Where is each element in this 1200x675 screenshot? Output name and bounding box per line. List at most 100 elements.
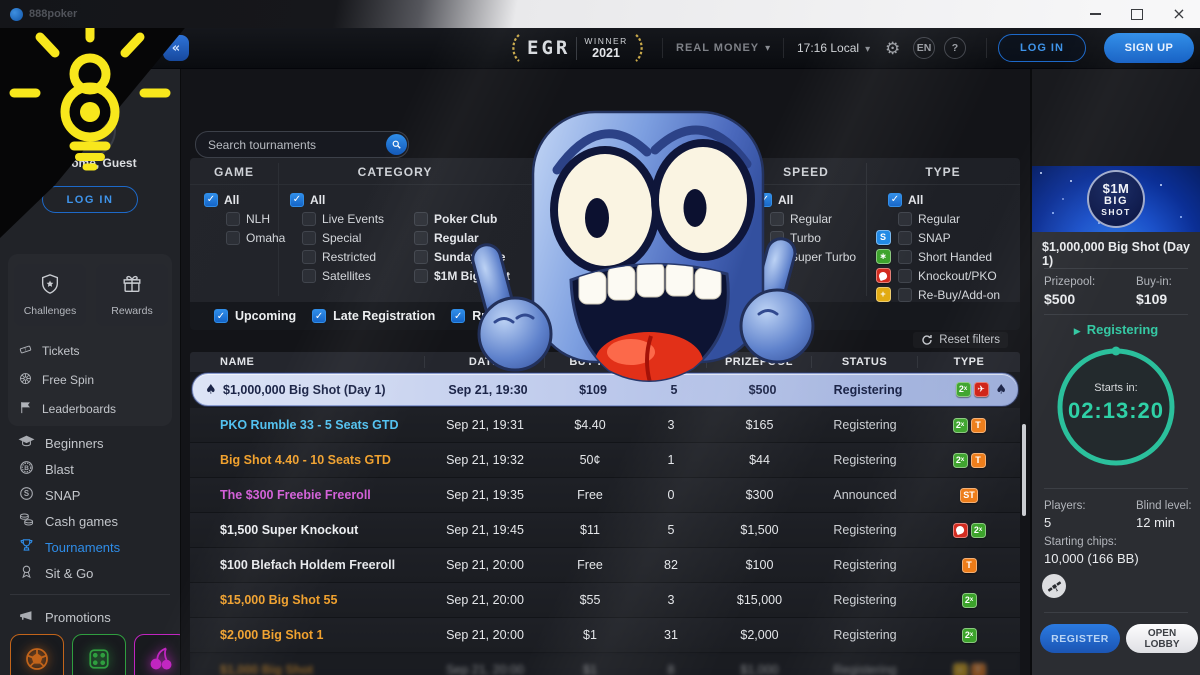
filter-option-knockout-pko[interactable]: Knockout/PKO [874,266,1000,285]
table-row[interactable]: $15,000 Big Shot 55Sep 21, 20:00$553$15,… [190,583,1020,618]
sidebar-item-leaderboards[interactable]: Leaderboards [18,394,116,423]
checkbox[interactable] [898,269,912,283]
column-header-name[interactable]: NAME [190,356,425,368]
sidebar-item-tickets[interactable]: Tickets [18,336,116,365]
collapse-sidebar-button[interactable]: « [163,35,189,61]
checkbox[interactable]: ✓ [290,193,304,207]
column-header-status[interactable]: STATUS [812,356,918,368]
column-header-buyin[interactable]: BUY-IN [545,356,635,368]
filter-option-satellites[interactable]: Satellites [302,266,384,285]
filter-option-poker-club[interactable]: Poker Club [414,209,510,228]
table-row[interactable]: PKO Rumble 33 - 5 Seats GTDSep 21, 19:31… [190,408,1020,443]
checkbox[interactable]: ✓ [758,193,772,207]
sidebar-item-promotions[interactable]: Promotions [18,604,111,630]
filter-option-snap[interactable]: SSNAP [874,228,1000,247]
column-header-players[interactable]: PLAYERS [635,356,707,368]
login-button[interactable]: LOG IN [998,34,1086,62]
checkbox[interactable] [414,231,428,245]
table-row[interactable]: $1,000 Big ShotSep 21, 20:00$18$1,000Reg… [190,653,1020,675]
sidebar-item-tournaments[interactable]: Tournaments [18,534,168,560]
checkbox[interactable] [770,212,784,226]
signup-button[interactable]: SIGN UP [1104,33,1194,63]
filter-option-super-turbo[interactable]: Super Turbo [770,247,856,266]
maximize-button[interactable] [1116,0,1158,28]
sidebar-item-sit-go[interactable]: Sit & Go [18,560,168,586]
checkbox[interactable] [302,212,316,226]
status-filter-upcoming[interactable]: ✓Upcoming [214,309,296,323]
help-button[interactable]: ? [944,37,966,59]
checkbox[interactable] [898,250,912,264]
filter-option-all[interactable]: ✓All [290,190,384,209]
table-row[interactable]: $100 Blefach Holdem FreerollSep 21, 20:0… [190,548,1020,583]
filter-option-live-events[interactable]: Live Events [302,209,384,228]
checkbox[interactable]: ✓ [214,309,228,323]
checkbox[interactable] [898,212,912,226]
sidebar-login-button[interactable]: LOG IN [42,186,138,213]
checkbox[interactable] [770,231,784,245]
search-input[interactable] [196,138,386,152]
filter-option-omaha[interactable]: Omaha [226,228,285,247]
filter-option-all[interactable]: ✓All [204,190,285,209]
sidebar-item-free-spin[interactable]: Free Spin [18,365,116,394]
checkbox[interactable] [414,250,428,264]
local-time-select[interactable]: 17:16 Local [797,41,870,55]
filter-option-nlh[interactable]: NLH [226,209,285,228]
sidebar-tile-rewards[interactable]: Rewards [96,264,168,326]
filter-option-short-handed[interactable]: ∗Short Handed [874,247,1000,266]
table-row[interactable]: $1,500 Super KnockoutSep 21, 19:45$115$1… [190,513,1020,548]
language-button[interactable]: EN [913,37,935,59]
filter-option-turbo[interactable]: Turbo [770,228,856,247]
filter-option-label: Sunday Sale [434,250,505,264]
checkbox[interactable] [302,269,316,283]
checkbox[interactable] [414,212,428,226]
search-button[interactable] [386,134,407,155]
column-header-prizepool[interactable]: PRIZEPOOL [707,356,812,368]
checkbox[interactable] [414,269,428,283]
money-mode-select[interactable]: REAL MONEY [676,42,771,54]
filter-option-all[interactable]: ✓All [758,190,856,209]
filter-option-special[interactable]: Special [302,228,384,247]
sidebar-item-blast[interactable]: BBlast [18,456,168,482]
minimize-button[interactable] [1074,0,1116,28]
promo-tile-dice[interactable] [72,634,126,675]
settings-gear-icon[interactable]: ⚙ [885,39,900,59]
status-filter-running[interactable]: ✓Running [451,309,523,323]
checkbox[interactable] [302,231,316,245]
filter-option-1m-big-shot[interactable]: $1M Big Shot [414,266,510,285]
checkbox[interactable] [770,250,784,264]
checkbox[interactable]: ✓ [888,193,902,207]
reset-filters-button[interactable]: Reset filters [913,332,1008,348]
checkbox[interactable] [226,212,240,226]
table-row[interactable]: ♠♠$1,000,000 Big Shot (Day 1)Sep 21, 19:… [192,373,1018,406]
filter-option-sunday-sale[interactable]: Sunday Sale [414,247,510,266]
satellite-button[interactable] [1042,574,1066,598]
checkbox[interactable] [898,231,912,245]
checkbox[interactable]: ✓ [451,309,465,323]
table-row[interactable]: $2,000 Big Shot 1Sep 21, 20:00$131$2,000… [190,618,1020,653]
promo-tile-ball[interactable] [10,634,64,675]
filter-option-all[interactable]: ✓All [888,190,1000,209]
filter-option-restricted[interactable]: Restricted [302,247,384,266]
status-filter-late-registration[interactable]: ✓Late Registration [312,309,435,323]
filter-option-regular[interactable]: Regular [770,209,856,228]
promo-tile-cherries[interactable] [134,634,181,675]
checkbox[interactable]: ✓ [312,309,326,323]
table-row[interactable]: The $300 Freebie FreerollSep 21, 19:35Fr… [190,478,1020,513]
sidebar-item-cash-games[interactable]: Cash games [18,508,168,534]
sidebar-item-snap[interactable]: SSNAP [18,482,168,508]
filter-option-regular[interactable]: Regular [414,228,510,247]
register-button[interactable]: REGISTER [1040,624,1120,653]
column-header-date[interactable]: DATE [425,356,545,368]
checkbox[interactable] [226,231,240,245]
table-scrollbar[interactable] [1022,424,1026,516]
column-header-type[interactable]: TYPE [918,356,1020,368]
checkbox[interactable] [898,288,912,302]
checkbox[interactable]: ✓ [204,193,218,207]
close-button[interactable]: × [1158,0,1200,28]
sidebar-item-beginners[interactable]: Beginners [18,430,168,456]
table-row[interactable]: Big Shot 4.40 - 10 Seats GTDSep 21, 19:3… [190,443,1020,478]
checkbox[interactable] [302,250,316,264]
sidebar-tile-challenges[interactable]: Challenges [14,264,86,326]
open-lobby-button[interactable]: OPEN LOBBY [1126,624,1198,653]
filter-option-regular[interactable]: Regular [874,209,1000,228]
